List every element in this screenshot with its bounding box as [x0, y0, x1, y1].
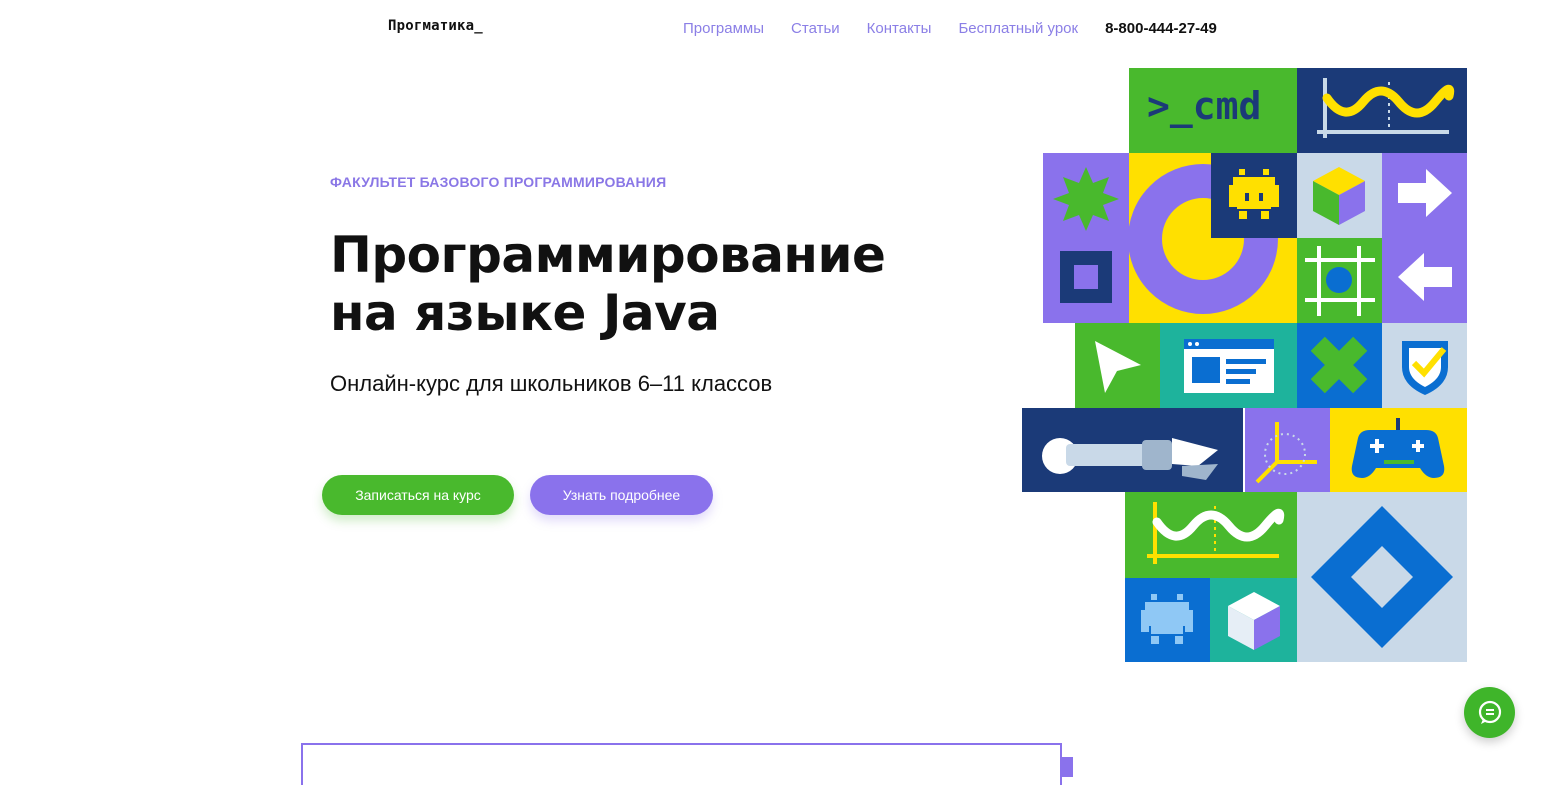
nav-link-programs[interactable]: Программы — [683, 20, 764, 37]
invader-tile-2 — [1125, 578, 1210, 662]
chat-button[interactable] — [1464, 687, 1515, 738]
crop-target-icon — [1305, 246, 1375, 316]
arrow-right-left-icon — [1398, 169, 1452, 301]
sine-wave-icon-2 — [1147, 502, 1285, 564]
sine-wave-icon — [1317, 78, 1455, 138]
cube-icon — [1313, 167, 1365, 225]
3d-axes-icon — [1255, 422, 1317, 484]
axes-tile — [1245, 408, 1330, 492]
cube-tile-2 — [1210, 578, 1297, 662]
cube-tile — [1297, 153, 1382, 238]
hero-eyebrow: ФАКУЛЬТЕТ БАЗОВОГО ПРОГРАММИРОВАНИЯ — [330, 174, 667, 190]
nav-link-free-lesson[interactable]: Бесплатный урок — [958, 20, 1078, 37]
cmd-label: >_cmd — [1147, 84, 1262, 128]
cmd-tile: >_cmd — [1129, 68, 1297, 153]
invader-tile — [1211, 153, 1297, 238]
hero-title-line2: на языке Java — [330, 284, 720, 342]
chat-bubble-icon — [1478, 700, 1501, 724]
target-tile — [1297, 238, 1382, 323]
browser-window-icon — [1184, 339, 1274, 393]
cross-tile — [1297, 323, 1382, 408]
robot-arm-tile — [1022, 408, 1243, 492]
gamepad-tile — [1330, 408, 1467, 492]
diamond-icon — [1311, 506, 1453, 648]
star-square-tile — [1043, 153, 1129, 323]
hero-title: Программирование на языке Java — [330, 226, 886, 342]
phone-number[interactable]: 8-800-444-27-49 — [1105, 20, 1217, 37]
arrows-tile — [1382, 153, 1467, 323]
main-nav: Программы Статьи Контакты Бесплатный уро… — [683, 20, 1217, 37]
next-section-accent — [1060, 757, 1073, 777]
cross-icon — [1310, 336, 1368, 394]
nav-link-contacts[interactable]: Контакты — [867, 20, 932, 37]
shield-tile — [1382, 323, 1467, 408]
space-invader-icon — [1229, 169, 1279, 219]
star-icon — [1053, 167, 1119, 303]
nav-link-articles[interactable]: Статьи — [791, 20, 840, 37]
play-tile — [1075, 323, 1160, 408]
cursor-arrow-icon — [1095, 341, 1141, 393]
sine-chart-tile-2 — [1125, 492, 1297, 578]
learn-more-button[interactable]: Узнать подробнее — [530, 475, 713, 515]
space-invader-icon-2 — [1141, 594, 1193, 644]
cube-icon-2 — [1228, 592, 1280, 650]
next-section-card — [301, 743, 1062, 785]
robot-arm-icon — [1042, 438, 1218, 480]
diamond-tile — [1297, 492, 1467, 662]
hero-subtitle: Онлайн-курс для школьников 6–11 классов — [330, 371, 773, 396]
shield-check-icon — [1402, 341, 1448, 395]
gamepad-icon — [1351, 418, 1445, 478]
hero-title-line1: Программирование — [330, 226, 886, 284]
logo[interactable]: Прогматика_ — [388, 18, 483, 34]
enroll-button[interactable]: Записаться на курс — [322, 475, 514, 515]
sine-chart-tile — [1297, 68, 1467, 153]
browser-tile — [1160, 323, 1297, 408]
